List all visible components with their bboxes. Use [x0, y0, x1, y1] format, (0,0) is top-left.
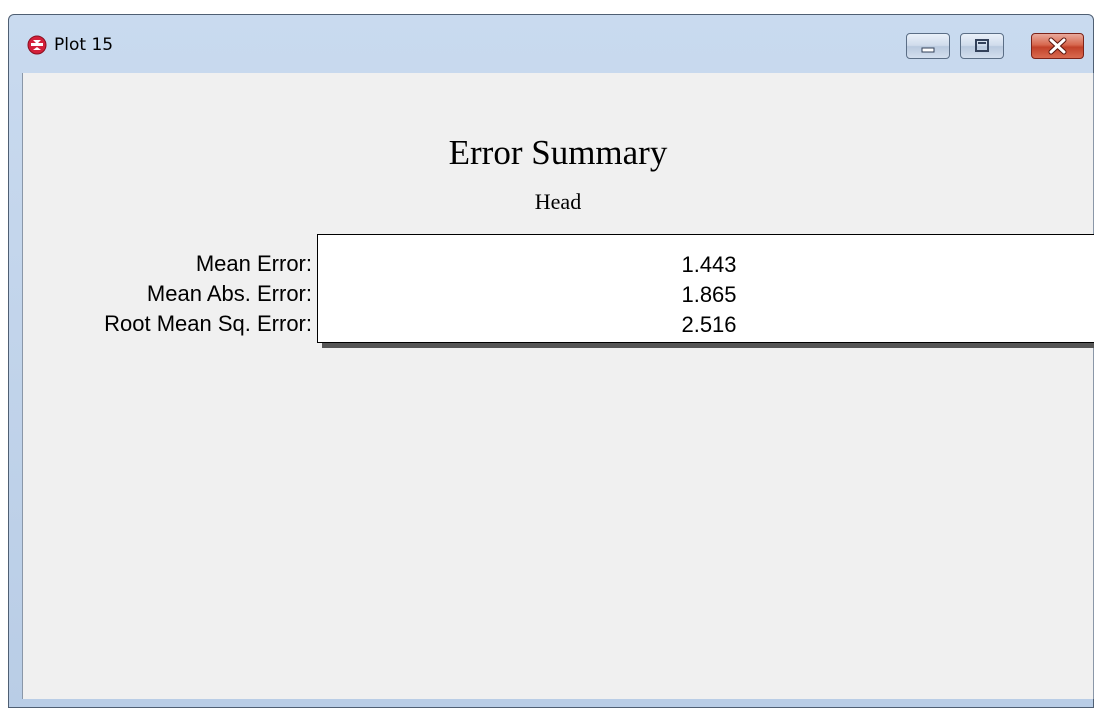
rms-error-value: 2.516: [681, 312, 737, 337]
mean-abs-error-label: Mean Abs. Error:: [146, 281, 312, 306]
minimize-icon: [921, 47, 935, 53]
title-bar[interactable]: Plot 15: [9, 15, 1093, 73]
error-labels: Mean Error: Mean Abs. Error: Root Mean S…: [23, 249, 312, 339]
close-button[interactable]: [1031, 33, 1084, 59]
close-icon: [1048, 37, 1067, 55]
plot-window: Plot 15 Error Summary Head Mean Error: M…: [8, 14, 1094, 708]
mean-abs-error-value: 1.865: [681, 282, 737, 307]
app-logo-icon[interactable]: [27, 35, 47, 55]
mean-error-label: Mean Error:: [195, 251, 312, 276]
plot-subtitle: Head: [534, 189, 582, 214]
error-values-box: 1.443 1.865 2.516: [317, 234, 1094, 343]
mean-error-value: 1.443: [681, 252, 737, 277]
window-title: Plot 15: [54, 35, 114, 55]
maximize-icon: [975, 39, 989, 52]
maximize-button[interactable]: [960, 33, 1004, 59]
plot-title: Error Summary: [448, 133, 668, 172]
plot-area: Error Summary Head Mean Error: Mean Abs.…: [22, 73, 1094, 699]
rms-error-label: Root Mean Sq. Error:: [104, 311, 312, 336]
minimize-button[interactable]: [906, 33, 950, 59]
